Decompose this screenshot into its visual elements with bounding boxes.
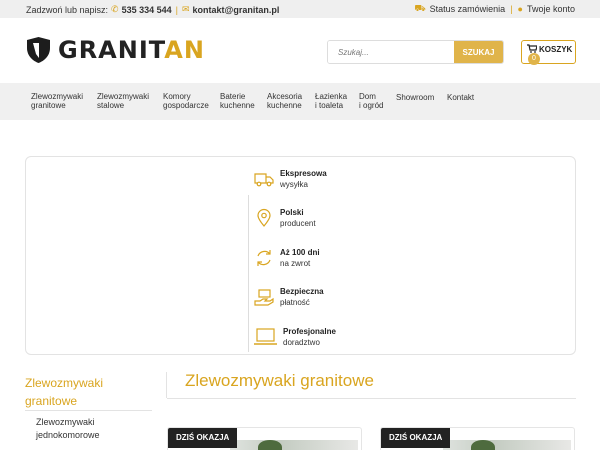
product-image bbox=[230, 440, 358, 450]
product-card[interactable]: DZIŚ OKAZJA bbox=[380, 427, 575, 450]
order-status-link[interactable]: Status zamówienia bbox=[430, 4, 506, 14]
main-nav: Zlewozmywaki granitowe Zlewozmywaki stalow… bbox=[0, 83, 600, 120]
feature-title: Polski bbox=[280, 208, 304, 217]
return-arrows-icon bbox=[257, 250, 271, 266]
page-title: Zlewozmywaki granitowe bbox=[185, 371, 374, 390]
nav-item-granite-sinks[interactable]: Zlewozmywaki granitowe bbox=[31, 92, 83, 110]
user-icon: ● bbox=[517, 4, 523, 14]
nav-item-steel-sinks[interactable]: Zlewozmywaki stalowe bbox=[97, 92, 149, 110]
cart-button[interactable]: KOSZYK 0 bbox=[521, 40, 576, 65]
top-bar: Zadzwoń lub napisz: ✆ 535 334 544 | ✉ ko… bbox=[0, 0, 600, 18]
feature-subtitle: producent bbox=[280, 219, 316, 228]
phone-link[interactable]: 535 334 544 bbox=[122, 5, 172, 15]
truck-icon bbox=[254, 173, 274, 187]
nav-item-home-garden[interactable]: Dom i ogród bbox=[359, 92, 383, 110]
cart-label: KOSZYK bbox=[539, 45, 573, 54]
truck-small-icon: ⛟ bbox=[414, 3, 426, 13]
location-pin-icon bbox=[257, 208, 271, 227]
feature-title: Profesjonalne bbox=[283, 327, 336, 336]
divider bbox=[167, 398, 576, 399]
cart-count-badge: 0 bbox=[528, 53, 540, 65]
product-image bbox=[443, 440, 571, 450]
nav-item-bathroom[interactable]: Łazienka i toaleta bbox=[315, 92, 347, 110]
divider bbox=[248, 195, 249, 352]
sidebar-category-title[interactable]: Zlewozmywaki granitowe bbox=[25, 374, 103, 410]
features-box: Ekspresowa wysyłka Polski producent Aż 1… bbox=[25, 156, 576, 355]
product-image-plant bbox=[258, 440, 282, 450]
nav-item-utility-sinks[interactable]: Komory gospodarcze bbox=[163, 92, 209, 110]
feature-subtitle: na zwrot bbox=[280, 259, 311, 268]
feature-subtitle: płatność bbox=[280, 298, 310, 307]
product-image-plant bbox=[471, 440, 495, 450]
divider: | bbox=[510, 4, 513, 14]
logo-accent: AN bbox=[164, 36, 205, 64]
shield-logo-icon bbox=[27, 37, 50, 63]
divider bbox=[25, 410, 152, 411]
payment-hand-icon bbox=[254, 289, 274, 306]
nav-item-faucets[interactable]: Baterie kuchenne bbox=[220, 92, 255, 110]
search-button[interactable]: SZUKAJ bbox=[454, 41, 503, 63]
feature-subtitle: doradztwo bbox=[283, 338, 320, 347]
envelope-icon: ✉ bbox=[182, 4, 190, 14]
feature-subtitle: wysyłka bbox=[280, 180, 309, 189]
search-input[interactable] bbox=[328, 41, 454, 63]
laptop-icon bbox=[254, 328, 277, 345]
divider bbox=[166, 372, 167, 398]
logo-wordmark: GRANITAN bbox=[58, 36, 205, 64]
deal-badge: DZIŚ OKAZJA bbox=[381, 428, 451, 448]
phone-icon: ✆ bbox=[111, 4, 119, 14]
divider: | bbox=[175, 4, 178, 15]
email-link[interactable]: kontakt@granitan.pl bbox=[193, 5, 280, 15]
call-label: Zadzwoń lub napisz: bbox=[26, 4, 109, 15]
feature-title: Ekspresowa bbox=[280, 169, 327, 178]
logo[interactable]: GRANITAN bbox=[25, 36, 205, 64]
nav-item-accessories[interactable]: Akcesoria kuchenne bbox=[267, 92, 302, 110]
deal-badge: DZIŚ OKAZJA bbox=[168, 428, 238, 448]
sidebar-item-single-bowl[interactable]: Zlewozmywaki jednokomorowe bbox=[36, 416, 100, 442]
search-bar: SZUKAJ bbox=[327, 40, 504, 64]
logo-main: GRANIT bbox=[58, 36, 165, 64]
account-link[interactable]: Twoje konto bbox=[527, 4, 575, 14]
feature-title: Bezpieczna bbox=[280, 287, 324, 296]
feature-title: Aż 100 dni bbox=[280, 248, 320, 257]
nav-item-showroom[interactable]: Showroom bbox=[396, 93, 434, 102]
product-card[interactable]: DZIŚ OKAZJA bbox=[167, 427, 362, 450]
nav-item-contact[interactable]: Kontakt bbox=[447, 93, 474, 102]
